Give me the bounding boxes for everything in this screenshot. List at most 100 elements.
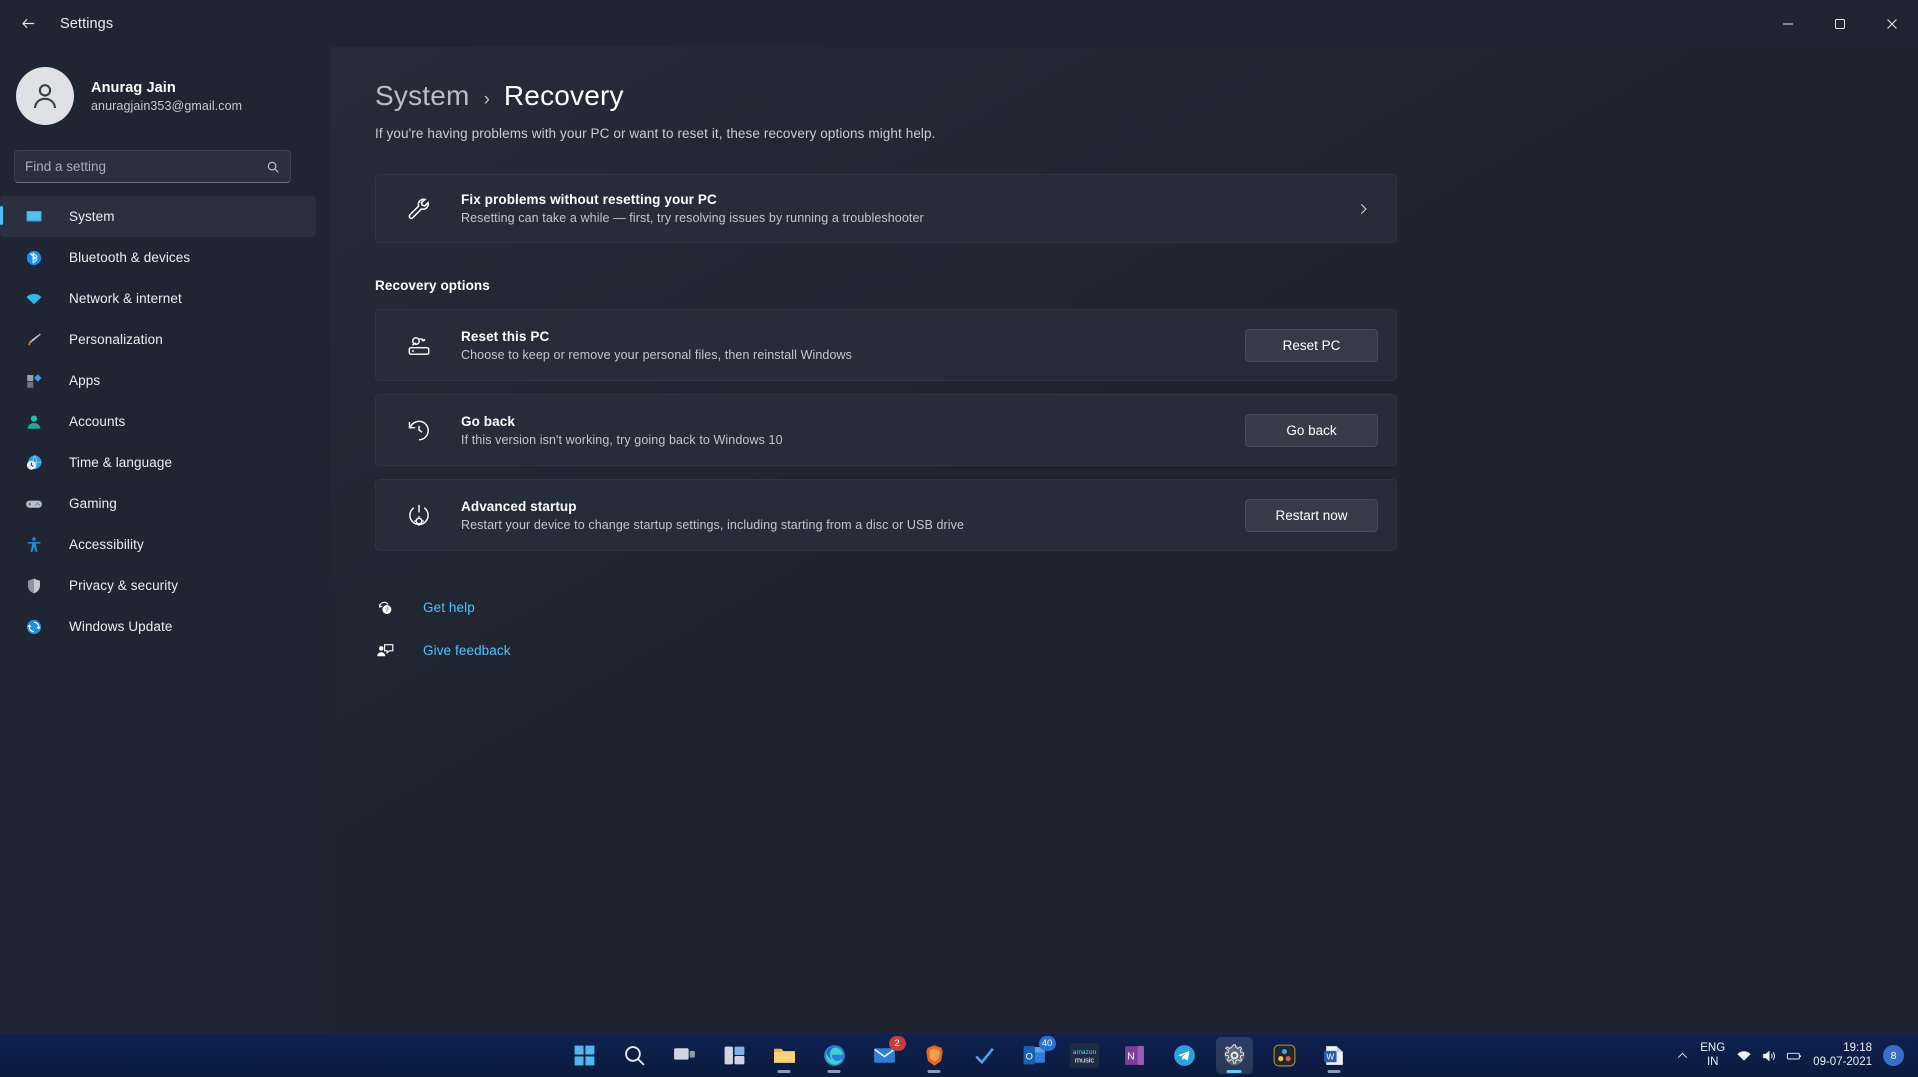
help-question-icon: ? xyxy=(375,598,395,618)
taskbar-davinci-resolve[interactable] xyxy=(1266,1037,1303,1074)
account-profile[interactable]: Anurag Jain anuragjain353@gmail.com xyxy=(16,59,330,133)
maximize-button[interactable] xyxy=(1814,0,1866,47)
sidebar-item-accounts[interactable]: Accounts xyxy=(0,401,316,442)
get-help-link[interactable]: ? Get help xyxy=(375,591,1918,624)
sidebar-label: Privacy & security xyxy=(69,578,178,593)
sidebar-label: Personalization xyxy=(69,332,163,347)
bluetooth-icon xyxy=(24,248,44,268)
go-back-button[interactable]: Go back xyxy=(1245,414,1378,447)
taskbar-microsoft-edge[interactable] xyxy=(816,1037,853,1074)
taskbar-mail[interactable]: 2 xyxy=(866,1037,903,1074)
taskbar-apps: 2 O 40 amazon music N xyxy=(566,1037,1353,1074)
fix-problems-card[interactable]: Fix problems without resetting your PC R… xyxy=(375,174,1397,243)
history-back-icon xyxy=(404,415,434,445)
sidebar-item-network-internet[interactable]: Network & internet xyxy=(0,278,316,319)
breadcrumb-system[interactable]: System xyxy=(375,80,470,112)
update-refresh-icon xyxy=(24,617,44,637)
card-description: If this version isn't working, try going… xyxy=(461,433,1245,447)
tray-status-icons[interactable] xyxy=(1736,1048,1802,1064)
sidebar-label: Accessibility xyxy=(69,537,144,552)
card-title: Go back xyxy=(461,414,1245,429)
taskbar-outlook[interactable]: O 40 xyxy=(1016,1037,1053,1074)
card-description: Choose to keep or remove your personal f… xyxy=(461,348,1245,362)
sidebar-label: Network & internet xyxy=(69,291,182,306)
onenote-icon: N xyxy=(1122,1043,1147,1068)
breadcrumb: System › Recovery xyxy=(375,80,1918,112)
minimize-button[interactable] xyxy=(1762,0,1814,47)
shield-icon xyxy=(24,576,44,596)
close-button[interactable] xyxy=(1866,0,1918,47)
taskbar-brave-browser[interactable] xyxy=(916,1037,953,1074)
wifi-icon xyxy=(1736,1048,1752,1064)
search-box[interactable] xyxy=(14,150,291,183)
clock-time: 19:18 xyxy=(1813,1042,1872,1056)
restart-now-button[interactable]: Restart now xyxy=(1245,499,1378,532)
give-feedback-link[interactable]: Give feedback xyxy=(375,634,1918,667)
sidebar-nav: System Bluetooth & devices Network & int… xyxy=(0,196,330,647)
card-description: Resetting can take a while — first, try … xyxy=(461,211,1356,225)
chevron-right-icon[interactable] xyxy=(1356,202,1370,216)
language-indicator[interactable]: ENG IN xyxy=(1700,1042,1725,1068)
sidebar-item-personalization[interactable]: Personalization xyxy=(0,319,316,360)
edge-icon xyxy=(822,1043,847,1068)
feedback-icon xyxy=(375,641,395,661)
notification-badge[interactable]: 8 xyxy=(1883,1045,1904,1066)
taskbar-settings[interactable] xyxy=(1216,1037,1253,1074)
accessibility-person-icon xyxy=(24,535,44,555)
windows-logo-icon xyxy=(572,1043,597,1068)
word-icon: W xyxy=(1322,1043,1347,1068)
telegram-icon xyxy=(1172,1043,1197,1068)
clock-globe-icon xyxy=(24,453,44,473)
chevron-up-icon[interactable] xyxy=(1676,1049,1689,1062)
window-title: Settings xyxy=(60,16,113,32)
sidebar-item-time-language[interactable]: Time & language xyxy=(0,442,316,483)
sidebar-item-gaming[interactable]: Gaming xyxy=(0,483,316,524)
running-indicator xyxy=(1328,1070,1341,1073)
sidebar-label: Gaming xyxy=(69,496,117,511)
sidebar-item-system[interactable]: System xyxy=(0,196,316,237)
taskbar-task-view[interactable] xyxy=(666,1037,703,1074)
account-email: anuragjain353@gmail.com xyxy=(91,99,242,113)
option-row-go-back: Go back If this version isn't working, t… xyxy=(375,394,1397,466)
taskbar: 2 O 40 amazon music N xyxy=(0,1034,1918,1077)
taskbar-widgets[interactable] xyxy=(716,1037,753,1074)
help-links: ? Get help Give feedback xyxy=(375,591,1918,667)
option-row-advanced-startup: Advanced startup Restart your device to … xyxy=(375,479,1397,551)
account-person-icon xyxy=(24,412,44,432)
taskbar-amazon-music[interactable]: amazon music xyxy=(1066,1037,1103,1074)
taskbar-search-button[interactable] xyxy=(616,1037,653,1074)
taskbar-microsoft-word[interactable]: W xyxy=(1316,1037,1353,1074)
wrench-icon xyxy=(404,194,434,224)
sidebar-label: Time & language xyxy=(69,455,172,470)
sidebar-item-apps[interactable]: Apps xyxy=(0,360,316,401)
sidebar-item-accessibility[interactable]: Accessibility xyxy=(0,524,316,565)
link-label: Give feedback xyxy=(423,643,511,658)
reset-pc-button[interactable]: Reset PC xyxy=(1245,329,1378,362)
sidebar-item-privacy-security[interactable]: Privacy & security xyxy=(0,565,316,606)
taskbar-file-explorer[interactable] xyxy=(766,1037,803,1074)
search-input[interactable] xyxy=(25,159,266,174)
running-indicator xyxy=(1227,1070,1242,1073)
advanced-startup-icon xyxy=(404,500,434,530)
taskbar-start-button[interactable] xyxy=(566,1037,603,1074)
sidebar-label: Accounts xyxy=(69,414,125,429)
sidebar-item-windows-update[interactable]: Windows Update xyxy=(0,606,316,647)
card-title: Reset this PC xyxy=(461,329,1245,344)
running-indicator xyxy=(778,1070,791,1073)
taskbar-onenote[interactable]: N xyxy=(1116,1037,1153,1074)
wifi-icon xyxy=(24,289,44,309)
main-content: System › Recovery If you're having probl… xyxy=(330,47,1918,1034)
taskbar-telegram[interactable] xyxy=(1166,1037,1203,1074)
sidebar-label: Windows Update xyxy=(69,619,172,634)
section-title-recovery-options: Recovery options xyxy=(375,278,1918,293)
svg-text:O: O xyxy=(1025,1051,1032,1061)
davinci-icon xyxy=(1272,1043,1297,1068)
running-indicator xyxy=(928,1070,941,1073)
card-title: Advanced startup xyxy=(461,499,1245,514)
sidebar-item-bluetooth-devices[interactable]: Bluetooth & devices xyxy=(0,237,316,278)
back-button[interactable] xyxy=(6,7,50,41)
brave-icon xyxy=(922,1043,947,1068)
mail-badge: 2 xyxy=(889,1036,906,1051)
clock[interactable]: 19:18 09-07-2021 xyxy=(1813,1042,1872,1070)
taskbar-todo[interactable] xyxy=(966,1037,1003,1074)
